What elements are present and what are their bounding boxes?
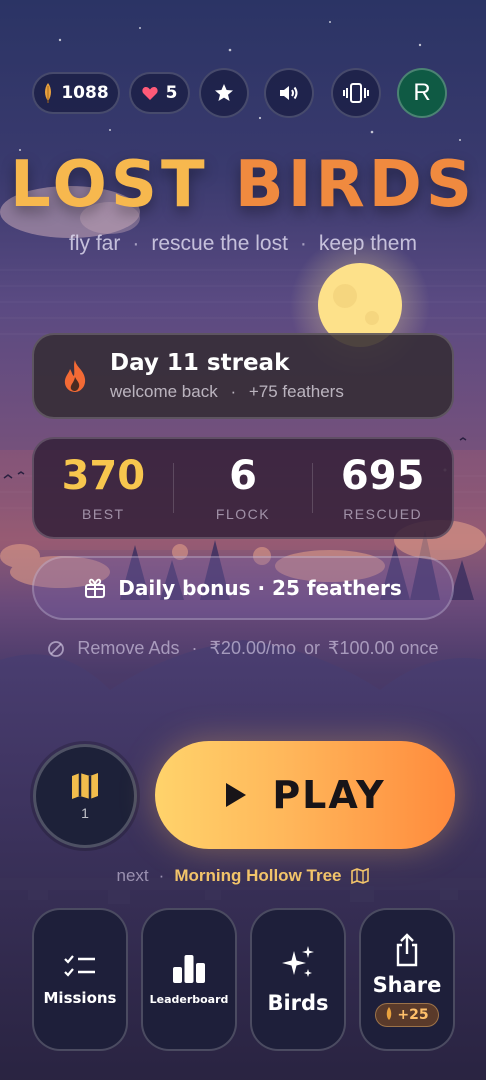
next-destination: next · Morning Hollow Tree <box>0 866 486 886</box>
ads-or-text: or <box>304 638 321 658</box>
map-button[interactable]: 1 <box>33 744 137 848</box>
tagline-part: keep them <box>318 232 417 255</box>
tagline: fly far · rescue the lost · keep them <box>0 232 486 256</box>
flame-icon <box>64 360 86 392</box>
ads-separator: · <box>191 638 198 658</box>
daily-bonus-button[interactable]: Daily bonus · 25 feathers <box>32 556 454 620</box>
feather-icon <box>45 83 52 103</box>
stats-card: 370 BEST 6 FLOCK 695 RESCUED <box>32 437 454 539</box>
tagline-part: fly far <box>69 232 121 255</box>
vibration-toggle[interactable] <box>331 68 381 118</box>
birds-label: Birds <box>267 990 329 1015</box>
share-reward-badge: +25 <box>375 1002 439 1027</box>
birds-button[interactable]: Birds <box>250 908 346 1051</box>
profile-avatar[interactable]: R <box>397 68 447 118</box>
share-icon <box>396 932 418 966</box>
stat-rescued: 695 RESCUED <box>313 439 452 537</box>
streak-separator: · <box>230 382 237 401</box>
map-count: 1 <box>81 805 89 821</box>
tagline-part: rescue the lost <box>151 232 288 255</box>
game-title: LOST BIRDS <box>0 148 486 222</box>
streak-title: Day 11 streak <box>110 350 290 376</box>
missions-button[interactable]: Missions <box>32 908 128 1051</box>
play-icon <box>226 783 247 807</box>
daily-bonus-label: Daily bonus · 25 feathers <box>118 576 402 600</box>
title-word-lost: LOST <box>9 148 209 222</box>
next-separator: · <box>158 866 165 885</box>
stat-label: FLOCK <box>215 506 271 522</box>
streak-welcome-text: welcome back <box>110 382 218 401</box>
stat-value: 695 <box>340 453 425 499</box>
heart-icon <box>141 86 158 100</box>
block-icon <box>48 640 65 657</box>
stat-label: BEST <box>82 506 125 522</box>
next-destination-name: Morning Hollow Tree <box>174 866 342 885</box>
bottom-nav: Missions Leaderboard Birds Share +25 <box>32 908 455 1051</box>
stat-value: 6 <box>229 453 257 499</box>
ads-once-price[interactable]: ₹100.00 once <box>328 638 439 659</box>
stat-best: 370 BEST <box>34 439 173 537</box>
gift-icon <box>85 578 106 598</box>
top-bar: 1088 5 R <box>30 67 450 119</box>
title-word-birds: BIRDS <box>234 148 477 222</box>
map-icon <box>72 773 98 799</box>
rate-button[interactable] <box>199 68 249 118</box>
share-button[interactable]: Share +25 <box>359 908 455 1051</box>
stat-value: 370 <box>61 453 146 499</box>
map-outline-icon <box>351 868 370 884</box>
feather-icon <box>387 1007 392 1020</box>
stat-flock: 6 FLOCK <box>174 439 313 537</box>
avatar-initial: R <box>413 79 431 106</box>
sparkles-icon <box>282 945 314 977</box>
star-icon <box>215 84 233 101</box>
feather-count: 1088 <box>61 83 109 103</box>
streak-subtitle: welcome back · +75 feathers <box>110 382 344 402</box>
speaker-icon <box>280 86 298 100</box>
play-button[interactable]: PLAY <box>155 741 455 849</box>
hearts-count: 5 <box>165 83 178 103</box>
tagline-separator: · <box>299 232 307 255</box>
leaderboard-label: Leaderboard <box>149 993 229 1006</box>
share-reward-value: +25 <box>397 1006 429 1023</box>
leaderboard-button[interactable]: Leaderboard <box>141 908 237 1051</box>
remove-ads-label: Remove Ads <box>77 638 180 658</box>
sound-toggle[interactable] <box>264 68 314 118</box>
stat-label: RESCUED <box>343 506 423 522</box>
play-label: PLAY <box>272 773 386 817</box>
leaderboard-icon <box>173 955 205 983</box>
checklist-icon <box>64 954 95 977</box>
hearts-counter[interactable]: 5 <box>129 72 190 114</box>
streak-reward-text: +75 feathers <box>248 382 344 401</box>
missions-label: Missions <box>43 988 117 1007</box>
tagline-separator: · <box>132 232 140 255</box>
next-label: next <box>116 866 149 885</box>
streak-card: Day 11 streak welcome back · +75 feather… <box>32 333 454 419</box>
share-label: Share <box>372 972 442 997</box>
remove-ads-offer[interactable]: Remove Ads · ₹20.00/mo or ₹100.00 once <box>0 638 486 659</box>
ads-monthly-price[interactable]: ₹20.00/mo <box>209 638 296 659</box>
vibrate-icon <box>343 83 369 103</box>
feather-counter[interactable]: 1088 <box>32 72 120 114</box>
